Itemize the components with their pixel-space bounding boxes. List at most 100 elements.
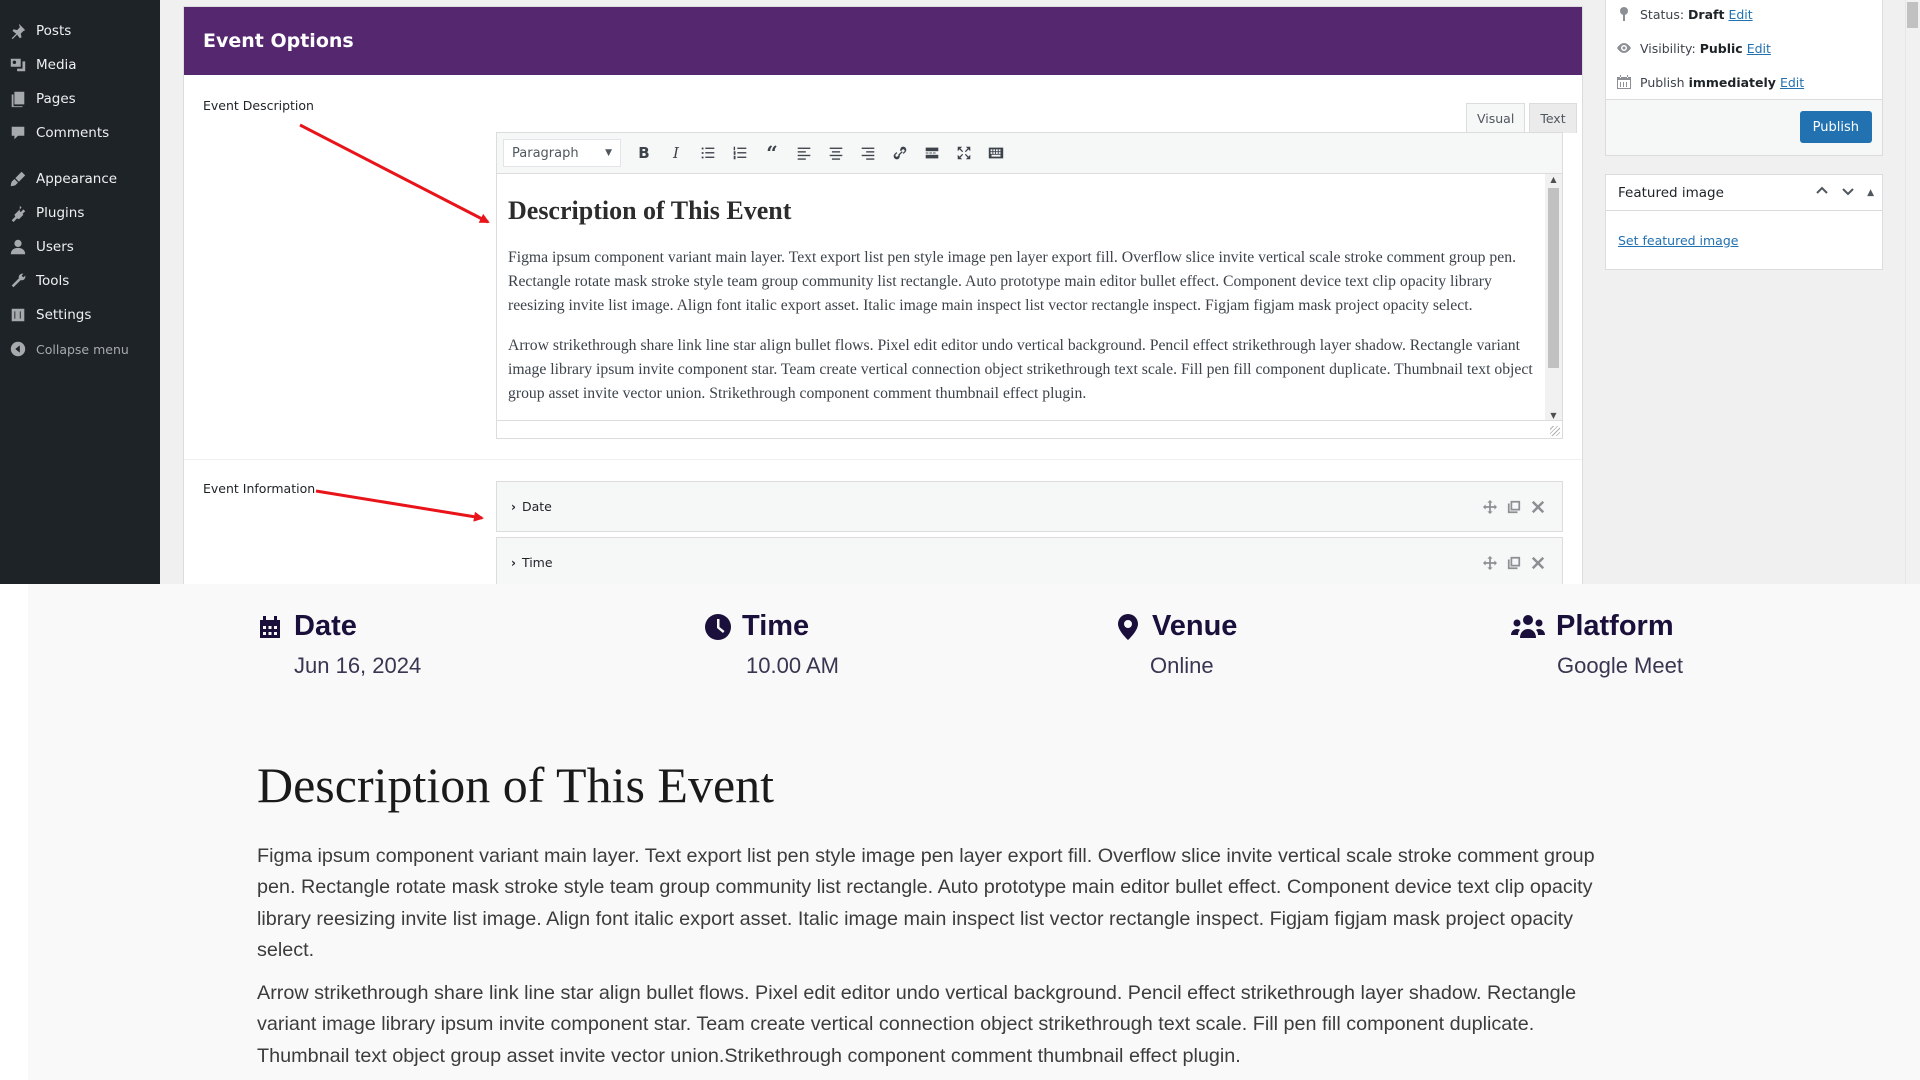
duplicate-icon[interactable]: [1506, 499, 1522, 515]
resize-handle-icon[interactable]: [1550, 426, 1560, 436]
sidebar-item-media[interactable]: Media: [0, 50, 160, 80]
info-venue: Venue Online: [1114, 610, 1237, 679]
format-select[interactable]: Paragraph ▼: [503, 139, 621, 167]
edit-status-link[interactable]: Edit: [1728, 7, 1752, 22]
editor-scrollbar[interactable]: ▲ ▼: [1545, 174, 1562, 421]
featured-image-box: Featured image ▲ Set featured image: [1605, 174, 1883, 270]
info-time: Time 10.00 AM: [704, 610, 839, 679]
repeater-actions: [1482, 482, 1546, 531]
read-more-button[interactable]: [917, 139, 947, 167]
collapse-menu-label: Collapse menu: [36, 341, 129, 357]
featured-image-title: Featured image: [1618, 184, 1724, 201]
move-down-icon[interactable]: [1841, 184, 1855, 201]
link-icon: [893, 146, 907, 160]
editor-toolbar: Paragraph ▼ B I “: [497, 133, 1562, 174]
align-center-icon: [829, 147, 843, 160]
edit-schedule-link[interactable]: Edit: [1780, 75, 1804, 90]
schedule-row: Publish immediately Edit: [1606, 65, 1882, 99]
plugin-icon: [0, 204, 36, 222]
move-up-icon[interactable]: [1815, 184, 1829, 201]
description-editor: Paragraph ▼ B I “ Description of This Ev…: [496, 132, 1563, 439]
align-left-button[interactable]: [789, 139, 819, 167]
sidebar-item-posts[interactable]: Posts: [0, 16, 160, 46]
align-right-icon: [861, 147, 875, 160]
move-icon[interactable]: [1482, 555, 1498, 571]
tab-visual[interactable]: Visual: [1466, 103, 1526, 133]
sidebar-item-label: Posts: [36, 23, 72, 39]
sidebar-item-comments[interactable]: Comments: [0, 118, 160, 148]
close-icon[interactable]: [1530, 499, 1546, 515]
keyboard-icon: [988, 147, 1004, 159]
editor-status-bar: [497, 420, 1562, 438]
scrollbar-thumb[interactable]: [1907, 2, 1918, 28]
publish-button[interactable]: Publish: [1799, 111, 1872, 143]
visibility-row: Visibility: Public Edit: [1606, 31, 1882, 65]
scroll-up-icon[interactable]: ▲: [1545, 175, 1562, 184]
calendar-icon: [260, 615, 280, 638]
preview-paragraph: Figma ipsum component variant main layer…: [257, 845, 1595, 961]
collapse-icon: [0, 340, 36, 358]
event-options-panel: Event Options Event Description Visual T…: [183, 6, 1583, 584]
move-icon[interactable]: [1482, 499, 1498, 515]
repeater-label: Time: [521, 555, 553, 570]
tab-text[interactable]: Text: [1529, 103, 1577, 133]
sidebar-item-settings[interactable]: Settings: [0, 300, 160, 330]
repeater-date[interactable]: › Date: [496, 481, 1563, 532]
scrollbar-track[interactable]: [1905, 0, 1920, 584]
set-featured-image-link[interactable]: Set featured image: [1618, 233, 1738, 248]
preview-paragraph: Arrow strikethrough share link line star…: [257, 982, 1577, 1067]
visibility-value: Public: [1699, 40, 1743, 56]
read-more-icon: [925, 147, 939, 159]
info-value: Online: [1150, 653, 1214, 678]
bulleted-list-button[interactable]: [693, 139, 723, 167]
chevron-down-icon: ▼: [605, 148, 612, 158]
status-label: Status:: [1640, 6, 1685, 22]
bulleted-list-icon: [701, 147, 715, 159]
editor-heading: Description of This Event: [508, 196, 792, 225]
sidebar-item-users[interactable]: Users: [0, 232, 160, 262]
edit-visibility-link[interactable]: Edit: [1747, 41, 1771, 56]
editor-scroll-thumb[interactable]: [1548, 188, 1559, 368]
editor-paragraph: Figma ipsum component variant main layer…: [508, 249, 1516, 314]
align-center-button[interactable]: [821, 139, 851, 167]
featured-image-header: Featured image ▲: [1606, 175, 1882, 211]
toggle-panel-icon[interactable]: ▲: [1867, 188, 1874, 198]
featured-image-body: Set featured image: [1606, 211, 1882, 269]
event-information-label: Event Information: [203, 481, 316, 496]
sidebar-item-plugins[interactable]: Plugins: [0, 198, 160, 228]
info-value: Google Meet: [1557, 653, 1683, 678]
editor-mode-tabs: Visual Text: [1466, 103, 1577, 133]
insert-link-button[interactable]: [885, 139, 915, 167]
pin-icon: [1616, 6, 1640, 22]
sidebar-item-label: Settings: [36, 307, 92, 323]
sidebar-item-tools[interactable]: Tools: [0, 266, 160, 296]
align-right-button[interactable]: [853, 139, 883, 167]
numbered-list-button[interactable]: [725, 139, 755, 167]
fullscreen-button[interactable]: [949, 139, 979, 167]
editor-content[interactable]: Description of This Event Figma ipsum co…: [497, 174, 1546, 421]
info-title: Time: [742, 610, 810, 642]
repeater-label: Date: [521, 499, 552, 514]
collapse-menu-button[interactable]: Collapse menu: [0, 334, 160, 364]
page-scrollbar[interactable]: [1883, 0, 1920, 584]
sidebar-item-pages[interactable]: Pages: [0, 84, 160, 114]
event-description-label: Event Description: [203, 98, 314, 113]
sidebar-item-appearance[interactable]: Appearance: [0, 164, 160, 194]
blockquote-button[interactable]: “: [757, 139, 787, 167]
repeater-time[interactable]: › Time: [496, 537, 1563, 584]
map-pin-icon: [1118, 613, 1138, 640]
wrench-icon: [0, 272, 36, 290]
admin-sidebar: Posts Media Pages Comments Appearance Pl…: [0, 0, 160, 584]
event-options-header: Event Options: [184, 7, 1582, 75]
bold-button[interactable]: B: [629, 139, 659, 167]
scroll-down-icon[interactable]: ▼: [1545, 411, 1562, 420]
duplicate-icon[interactable]: [1506, 555, 1522, 571]
pages-icon: [0, 90, 36, 108]
media-icon: [0, 56, 36, 74]
toolbar-toggle-button[interactable]: [981, 139, 1011, 167]
italic-button[interactable]: I: [661, 139, 691, 167]
info-title: Platform: [1556, 610, 1674, 642]
close-icon[interactable]: [1530, 555, 1546, 571]
sidebar-item-label: Comments: [36, 125, 110, 141]
wp-admin-screen: Posts Media Pages Comments Appearance Pl…: [0, 0, 1920, 584]
